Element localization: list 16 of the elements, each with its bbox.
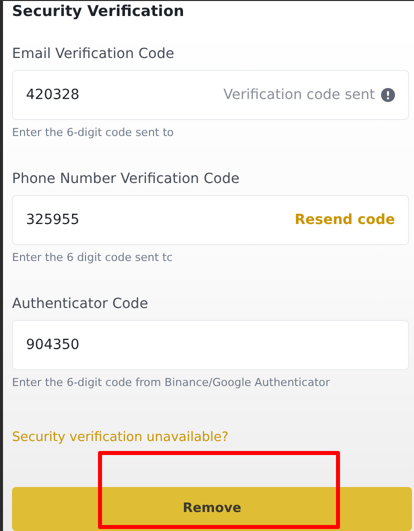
field-value: 420328 — [26, 86, 80, 104]
field-value: 325955 — [26, 210, 80, 230]
code-input-field[interactable]: 904350 — [12, 320, 409, 370]
code-input-field[interactable]: 420328 Verification code sent — [12, 70, 409, 120]
alert-icon — [381, 88, 395, 102]
field-label: Authenticator Code — [12, 295, 150, 313]
field-label: Phone Number Verification Code — [12, 170, 240, 188]
code-input-field[interactable]: 325955 Resend code — [12, 195, 409, 245]
remove-button[interactable]: Remove — [12, 486, 412, 531]
field-value: 904350 — [26, 336, 80, 354]
status-text: Verification code sent — [223, 86, 375, 104]
field-label: Email Verification Code — [12, 45, 176, 63]
helper-text: Enter the 6 digit code sent tc — [12, 250, 174, 266]
page-title: Security Verification — [12, 2, 186, 20]
helper-text: Enter the 6-digit code sent to — [12, 125, 175, 141]
helper-text: Enter the 6-digit code from Binance/Google Authenticator — [12, 375, 331, 391]
